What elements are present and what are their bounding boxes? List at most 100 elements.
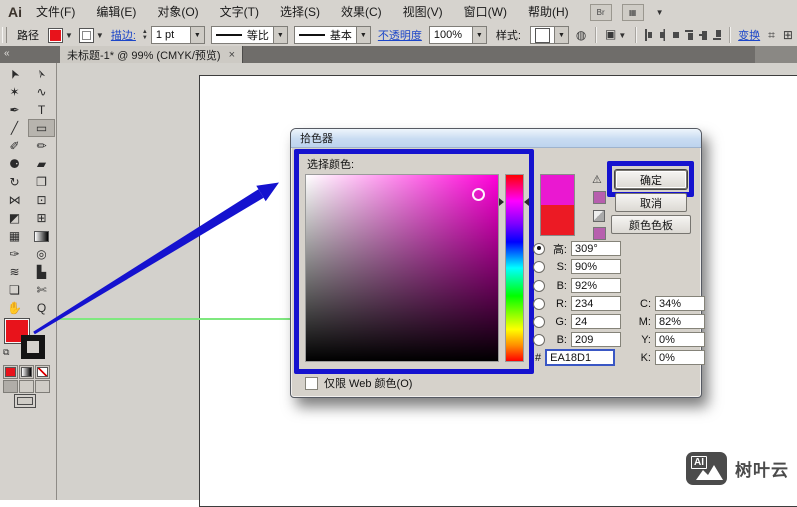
document-tab[interactable]: 未标题-1* @ 99% (CMYK/预览) × xyxy=(60,46,243,63)
menu-item-8[interactable]: 帮助(H) xyxy=(528,5,569,19)
rotate-tool[interactable]: ↻ xyxy=(1,173,28,191)
fill-color-dropdown[interactable]: ▼ xyxy=(48,28,73,43)
gradient-tool[interactable] xyxy=(28,227,55,245)
dialog-titlebar[interactable]: 拾色器 xyxy=(291,129,701,148)
arrange-documents-icon[interactable]: ▦ xyxy=(622,4,644,21)
fill-caret-icon[interactable]: ▼ xyxy=(65,31,73,40)
eyedropper-tool[interactable]: ✑ xyxy=(1,245,28,263)
cmyk-input[interactable]: 82% xyxy=(655,314,705,329)
web-suggestion-swatch[interactable] xyxy=(593,227,606,240)
brush-definition-combo[interactable]: 基本 ▼ xyxy=(294,26,371,44)
collapse-panel-chevrons-icon[interactable]: « xyxy=(0,46,60,63)
width-profile-combo[interactable]: 等比 ▼ xyxy=(211,26,288,44)
close-tab-icon[interactable]: × xyxy=(229,49,235,61)
default-fill-stroke-icon[interactable]: ⧉ xyxy=(3,347,9,358)
screen-mode-button[interactable] xyxy=(14,394,36,408)
color-field-marker[interactable] xyxy=(472,188,485,201)
brush-caret-icon[interactable]: ▼ xyxy=(356,27,370,43)
free-transform-tool[interactable]: ⊡ xyxy=(28,191,55,209)
bounding-box-icon[interactable]: ⌗ xyxy=(768,28,775,42)
align-left-icon[interactable] xyxy=(644,29,652,41)
stroke-width-combo[interactable]: 1 pt ▼ xyxy=(151,26,205,44)
eraser-tool[interactable]: ▰ xyxy=(28,155,55,173)
color-swatches-button[interactable]: 颜色色板 xyxy=(611,215,691,234)
align-top-icon[interactable] xyxy=(685,29,693,41)
field-input[interactable]: 209 xyxy=(571,332,621,347)
panel-grip[interactable] xyxy=(2,27,7,43)
field-radio-1[interactable] xyxy=(533,261,545,273)
recolor-artwork-icon[interactable]: ◍ xyxy=(576,28,586,42)
color-button[interactable] xyxy=(3,365,18,379)
stroke-color-indicator[interactable] xyxy=(21,335,45,359)
menu-item-3[interactable]: 文字(T) xyxy=(220,5,259,19)
out-of-gamut-warning-icon[interactable]: ⚠ xyxy=(592,173,602,186)
field-input[interactable]: 90% xyxy=(571,259,621,274)
style-swatch[interactable] xyxy=(535,28,550,43)
cmyk-input[interactable]: 0% xyxy=(655,350,705,365)
gradient-button[interactable] xyxy=(19,365,34,379)
field-input[interactable]: 234 xyxy=(571,296,621,311)
zoom-tool[interactable]: Q xyxy=(28,299,55,317)
hex-input[interactable]: EA18D1 xyxy=(545,349,615,366)
cmyk-input[interactable]: 0% xyxy=(655,332,705,347)
saturation-brightness-field[interactable] xyxy=(305,174,499,362)
symbol-sprayer-tool[interactable]: ≋ xyxy=(1,263,28,281)
line-segment-tool[interactable]: ╱ xyxy=(1,119,28,137)
stroke-width-stepper[interactable]: ▲▼ xyxy=(142,27,148,43)
pencil-tool[interactable]: ✏ xyxy=(28,137,55,155)
magic-wand-tool[interactable]: ✶ xyxy=(1,83,28,101)
transform-link[interactable]: 变换 xyxy=(738,27,760,43)
menu-item-6[interactable]: 视图(V) xyxy=(403,5,443,19)
field-input[interactable]: 24 xyxy=(571,314,621,329)
field-radio-2[interactable] xyxy=(533,280,545,292)
slice-tool[interactable]: ✄ xyxy=(28,281,55,299)
none-button[interactable] xyxy=(35,365,50,379)
style-caret-icon[interactable]: ▼ xyxy=(554,27,568,43)
brush-value[interactable]: 基本 xyxy=(330,27,352,43)
web-only-checkbox[interactable] xyxy=(305,377,318,390)
cancel-button[interactable]: 取消 xyxy=(615,193,687,212)
field-input[interactable]: 309° xyxy=(571,241,621,256)
draw-inside-button[interactable] xyxy=(35,380,50,393)
pen-tool[interactable]: ✒ xyxy=(1,101,28,119)
hue-slider[interactable] xyxy=(505,174,524,362)
opacity-value[interactable]: 100% xyxy=(430,29,472,41)
align-horizontal-center-icon[interactable] xyxy=(658,29,666,41)
cmyk-input[interactable]: 34% xyxy=(655,296,705,311)
menu-item-1[interactable]: 编辑(E) xyxy=(96,5,136,19)
stroke-width-caret-icon[interactable]: ▼ xyxy=(190,27,204,43)
direct-selection-tool[interactable]: ➢ xyxy=(28,65,55,83)
profile-value[interactable]: 等比 xyxy=(247,27,269,43)
rectangle-tool[interactable]: ▭ xyxy=(28,119,55,137)
draw-normal-button[interactable] xyxy=(3,380,18,393)
align-right-icon[interactable] xyxy=(671,29,679,41)
align-bottom-icon[interactable] xyxy=(713,29,721,41)
align-vertical-center-icon[interactable] xyxy=(699,29,707,41)
isolate-selection-icon[interactable]: ⊞ xyxy=(783,28,793,42)
opacity-combo[interactable]: 100% ▼ xyxy=(429,26,487,44)
field-radio-0[interactable] xyxy=(533,243,545,255)
bridge-icon[interactable]: Br xyxy=(590,4,612,21)
stroke-width-value[interactable]: 1 pt xyxy=(152,29,190,41)
field-radio-3[interactable] xyxy=(533,298,545,310)
shape-builder-tool[interactable]: ◩ xyxy=(1,209,28,227)
lasso-tool[interactable]: ∿ xyxy=(28,83,55,101)
ok-button[interactable]: 确定 xyxy=(615,170,687,189)
profile-caret-icon[interactable]: ▼ xyxy=(273,27,287,43)
scale-tool[interactable]: ❐ xyxy=(28,173,55,191)
hue-slider-right-arrow-icon[interactable] xyxy=(524,198,529,206)
stroke-link[interactable]: 描边: xyxy=(111,27,136,43)
column-graph-tool[interactable]: ▙ xyxy=(28,263,55,281)
stroke-color-swatch[interactable] xyxy=(79,28,94,43)
hand-tool[interactable]: ✋ xyxy=(1,299,28,317)
style-combo[interactable]: ▼ xyxy=(530,26,569,44)
selection-tool[interactable]: ➤ xyxy=(1,65,28,83)
draw-behind-button[interactable] xyxy=(19,380,34,393)
menu-item-0[interactable]: 文件(F) xyxy=(36,5,75,19)
mesh-tool[interactable]: ▦ xyxy=(1,227,28,245)
opacity-caret-icon[interactable]: ▼ xyxy=(472,27,486,43)
blend-tool[interactable]: ◎ xyxy=(28,245,55,263)
blob-brush-tool[interactable]: ⚈ xyxy=(1,155,28,173)
paintbrush-tool[interactable]: ✐ xyxy=(1,137,28,155)
select-similar-objects-icon[interactable]: ▣▼ xyxy=(605,27,626,43)
